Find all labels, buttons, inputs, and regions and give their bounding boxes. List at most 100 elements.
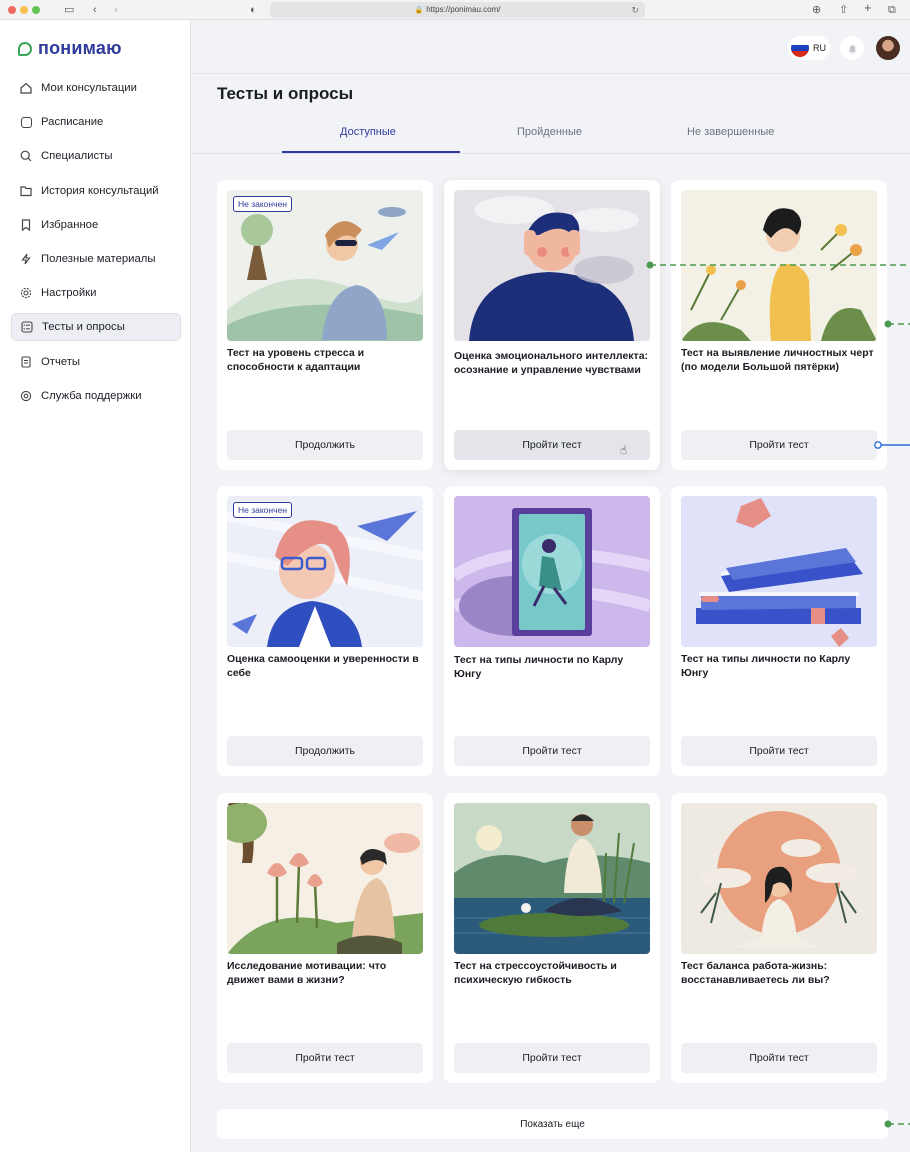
card-title: Тест на стрессоустойчивость и психическу… (454, 960, 617, 986)
new-tab-icon[interactable]: + (864, 1, 872, 15)
sidebar-item-label: Полезные материалы (41, 252, 156, 265)
sidebar: понимаю Мои консультации Расписание Спец… (0, 20, 191, 1152)
home-icon (19, 81, 33, 95)
language-label: RU (813, 43, 826, 53)
logo-text: понимаю (38, 38, 122, 58)
card-title: Оценка самооценки и уверенности в себе (227, 653, 419, 679)
sidebar-item-settings[interactable]: Настройки (11, 279, 181, 307)
bookmark-icon (19, 218, 33, 232)
card-illustration (681, 803, 877, 954)
continue-button[interactable]: Продолжить (227, 430, 423, 460)
card-illustration (454, 190, 650, 341)
test-card[interactable]: Оценка эмоционального интеллекта: осозна… (444, 180, 660, 470)
tab-completed[interactable]: Пройденные (517, 126, 582, 138)
folder-icon (19, 184, 33, 198)
user-avatar[interactable] (876, 36, 900, 60)
gear-icon (19, 286, 33, 300)
lightning-icon (19, 252, 33, 266)
back-icon[interactable]: ‹ (93, 3, 97, 17)
card-illustration (681, 190, 877, 341)
language-switcher[interactable]: RU (788, 36, 830, 60)
sidebar-item-schedule[interactable]: Расписание (11, 108, 181, 136)
sidebar-item-label: Настройки (41, 287, 97, 300)
card-title: Оценка эмоционального интеллекта: осозна… (454, 350, 649, 376)
card-illustration (227, 190, 423, 341)
lock-icon: 🔒 (414, 7, 424, 14)
tabs: Доступные Пройденные Не завершенные (192, 120, 910, 154)
url-text: https://ponimau.com/ (426, 5, 501, 14)
sidebar-item-label: Отчеты (41, 355, 81, 368)
test-card[interactable]: Тест баланса работа-жизнь: восстанавлива… (671, 793, 887, 1083)
take-test-button[interactable]: Пройти тест (227, 1043, 423, 1073)
tab-available[interactable]: Доступные (340, 126, 396, 138)
calendar-icon (19, 115, 33, 129)
sidebar-item-specialists[interactable]: Специалисты (11, 142, 181, 170)
maximize-window-button[interactable] (32, 6, 40, 14)
search-icon (19, 149, 33, 163)
sidebar-item-materials[interactable]: Полезные материалы (11, 245, 181, 273)
logo[interactable]: понимаю (18, 38, 122, 59)
bell-icon (848, 44, 856, 54)
top-bar: RU (192, 20, 910, 74)
logo-icon (18, 41, 32, 56)
test-card[interactable]: Не закончен Оценка самооценки и уверенно… (217, 486, 433, 776)
reload-icon[interactable]: ↻ (631, 2, 639, 18)
take-test-button[interactable]: Пройти тест (454, 736, 650, 766)
card-title: Исследование мотивации: что движет вами … (227, 960, 387, 986)
take-test-button[interactable]: Пройти тест (681, 1043, 877, 1073)
forward-icon[interactable]: › (114, 3, 118, 17)
take-test-button[interactable]: Пройти тест (454, 1043, 650, 1073)
sidebar-item-consultations[interactable]: Мои консультации (11, 74, 181, 102)
card-title: Тест на типы личности по Карлу Юнгу (681, 653, 851, 679)
sidebar-item-label: Мои консультации (41, 82, 137, 94)
test-card[interactable]: Тест на выявление личностных черт (по мо… (671, 180, 887, 470)
close-window-button[interactable] (8, 6, 16, 14)
test-card[interactable]: Тест на типы личности по Карлу Юнгу Прой… (671, 486, 887, 776)
sidebar-item-history[interactable]: История консультаций (11, 177, 181, 205)
checklist-icon (20, 320, 34, 334)
browser-toolbar: ▭ ‹ › ◐ 🔒 https://ponimau.com/ ↻ ⊕ ⇧ + ⧉ (0, 0, 910, 20)
sidebar-nav: Мои консультации Расписание Специалисты … (11, 74, 181, 416)
card-title: Тест баланса работа-жизнь: восстанавлива… (681, 960, 830, 986)
card-illustration (681, 496, 877, 647)
take-test-button[interactable]: Пройти тест (681, 736, 877, 766)
card-illustration (454, 803, 650, 954)
card-illustration (227, 803, 423, 954)
minimize-window-button[interactable] (20, 6, 28, 14)
test-card[interactable]: Исследование мотивации: что движет вами … (217, 793, 433, 1083)
notifications-button[interactable] (840, 36, 864, 60)
continue-button[interactable]: Продолжить (227, 736, 423, 766)
sidebar-item-favorites[interactable]: Избранное (11, 211, 181, 239)
show-more-button[interactable]: Показать еще (217, 1109, 888, 1139)
test-card[interactable]: Тест на стрессоустойчивость и психическу… (444, 793, 660, 1083)
sidebar-item-support[interactable]: Служба поддержки (11, 382, 181, 410)
card-title: Тест на уровень стресса и способности к … (227, 347, 365, 373)
sidebar-item-label: История консультаций (41, 184, 159, 197)
take-test-button[interactable]: Пройти тест (681, 430, 877, 460)
test-card[interactable]: Тест на типы личности по Карлу Юнгу Прой… (444, 486, 660, 776)
report-icon (19, 355, 33, 369)
tabs-overview-icon[interactable]: ⧉ (888, 3, 896, 17)
status-badge: Не закончен (233, 502, 292, 518)
sidebar-item-label: Расписание (41, 116, 104, 129)
tab-unfinished[interactable]: Не завершенные (687, 126, 774, 138)
card-title: Тест на типы личности по Карлу Юнгу (454, 654, 624, 680)
active-tab-indicator (282, 151, 460, 153)
page-title: Тесты и опросы (217, 84, 354, 103)
share-icon[interactable]: ⇧ (839, 3, 848, 17)
download-icon[interactable]: ⊕ (812, 3, 821, 17)
card-title: Тест на выявление личностных черт (по мо… (681, 347, 874, 373)
card-illustration (227, 496, 423, 647)
pointer-cursor-icon: ☝ (620, 443, 628, 457)
test-card[interactable]: Не закончен Тест на уровень стресса и сп… (217, 180, 433, 470)
support-icon (19, 389, 33, 403)
sidebar-toggle-icon[interactable]: ▭ (64, 3, 74, 17)
address-bar[interactable]: 🔒 https://ponimau.com/ ↻ (270, 2, 645, 18)
russia-flag-icon (791, 39, 809, 57)
shield-icon[interactable]: ◐ (250, 3, 257, 17)
sidebar-item-label: Тесты и опросы (42, 321, 125, 334)
sidebar-item-label: Избранное (41, 218, 99, 231)
sidebar-item-tests[interactable]: Тесты и опросы (11, 313, 181, 342)
sidebar-item-reports[interactable]: Отчеты (11, 348, 181, 376)
card-illustration (454, 496, 650, 647)
